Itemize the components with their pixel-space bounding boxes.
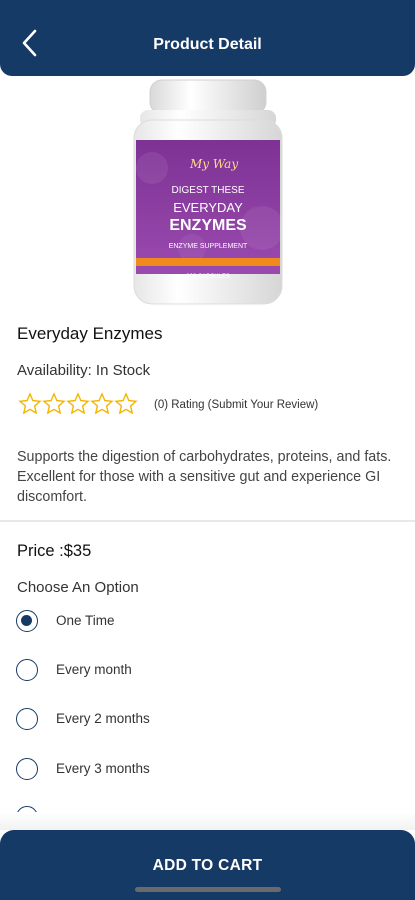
- radio-button[interactable]: [16, 659, 38, 681]
- product-image: My Way DIGEST THESE EVERYDAY ENZYMES ENZ…: [72, 78, 342, 310]
- option-label: Every 3 months: [56, 761, 150, 776]
- svg-text:My Way: My Way: [189, 157, 238, 171]
- option-every-3-months[interactable]: Every 3 months: [16, 758, 316, 784]
- radio-button[interactable]: [16, 708, 38, 730]
- divider: [0, 520, 415, 522]
- option-label: One Time: [56, 613, 115, 628]
- option-label: Every month: [56, 662, 132, 677]
- scroll-fade: [0, 812, 415, 830]
- option-one-time[interactable]: One Time: [16, 610, 316, 636]
- app-header: Product Detail: [0, 0, 415, 76]
- option-every-2-months[interactable]: Every 2 months: [16, 708, 316, 734]
- svg-text:DIGEST THESE: DIGEST THESE: [172, 185, 245, 196]
- option-title: Choose An Option: [17, 579, 139, 596]
- option-every-month[interactable]: Every month: [16, 659, 316, 685]
- page-title: Product Detail: [153, 36, 262, 53]
- star-icon[interactable]: [66, 392, 90, 416]
- star-icon[interactable]: [42, 392, 66, 416]
- svg-text:ENZYMES: ENZYMES: [169, 217, 247, 234]
- availability-status: Availability: In Stock: [17, 362, 151, 379]
- svg-text:EVERYDAY: EVERYDAY: [173, 200, 243, 215]
- svg-text:ENZYME SUPPLEMENT: ENZYME SUPPLEMENT: [169, 243, 248, 250]
- radio-button[interactable]: [16, 610, 38, 632]
- star-icon[interactable]: [114, 392, 138, 416]
- radio-button[interactable]: [16, 758, 38, 780]
- option-label: Every 2 months: [56, 711, 150, 726]
- svg-text:200 CAPSULES: 200 CAPSULES: [186, 274, 230, 280]
- add-to-cart-label: ADD TO CART: [152, 857, 263, 874]
- product-price: Price :$35: [17, 542, 92, 560]
- product-description: Supports the digestion of carbohydrates,…: [17, 449, 392, 505]
- star-icon[interactable]: [18, 392, 42, 416]
- star-icon[interactable]: [90, 392, 114, 416]
- home-indicator: [135, 887, 281, 892]
- rating-text[interactable]: (0) Rating (Submit Your Review): [154, 399, 318, 411]
- product-name: Everyday Enzymes: [17, 324, 163, 343]
- rating-stars[interactable]: [18, 392, 138, 418]
